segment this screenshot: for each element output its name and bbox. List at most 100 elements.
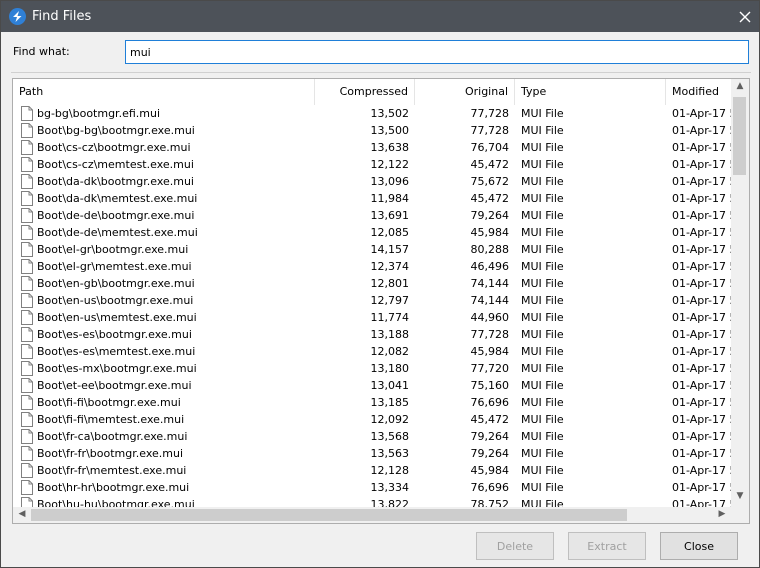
file-icon [21, 361, 33, 376]
extract-button[interactable]: Extract [568, 532, 646, 560]
table-row[interactable]: Boot\es-es\memtest.exe.mui 12,082 45,984 MU… [13, 343, 731, 360]
cell-path: Boot\el-gr\memtest.exe.mui [37, 260, 192, 273]
column-header-type[interactable]: Type [515, 79, 666, 105]
app-logo-icon [9, 8, 26, 25]
find-what-input[interactable] [125, 40, 749, 64]
cell-original: 45,984 [470, 464, 510, 477]
file-icon [21, 242, 33, 257]
column-header-modified[interactable]: Modified [666, 79, 732, 105]
cell-compressed: 13,188 [370, 328, 410, 341]
cell-modified: 01-Apr-17 5 [672, 430, 731, 443]
file-icon [21, 378, 33, 393]
title-bar[interactable]: Find Files [1, 1, 759, 32]
cell-path: Boot\en-us\bootmgr.exe.mui [37, 294, 194, 307]
table-row[interactable]: Boot\da-dk\memtest.exe.mui 11,984 45,472 MU… [13, 190, 731, 207]
cell-compressed: 13,563 [370, 447, 410, 460]
table-row[interactable]: Boot\de-de\memtest.exe.mui 12,085 45,984 MU… [13, 224, 731, 241]
cell-modified: 01-Apr-17 5 [672, 311, 731, 324]
cell-path: Boot\cs-cz\bootmgr.exe.mui [37, 141, 191, 154]
cell-compressed: 12,122 [370, 158, 410, 171]
cell-compressed: 12,092 [370, 413, 410, 426]
cell-compressed: 13,334 [370, 481, 410, 494]
column-header-original[interactable]: Original [415, 79, 515, 105]
cell-modified: 01-Apr-17 5 [672, 192, 731, 205]
cell-original: 80,288 [470, 243, 510, 256]
window-title: Find Files [32, 9, 92, 24]
vertical-scrollbar[interactable]: ▲ ▼ [731, 79, 749, 507]
delete-button[interactable]: Delete [476, 532, 554, 560]
file-icon [21, 310, 33, 325]
cell-type: MUI File [521, 311, 564, 324]
cell-modified: 01-Apr-17 5 [672, 464, 731, 477]
table-row[interactable]: Boot\es-mx\bootmgr.exe.mui 13,180 77,720 MU… [13, 360, 731, 377]
cell-path: Boot\fi-fi\memtest.exe.mui [37, 413, 185, 426]
table-row[interactable]: Boot\en-us\memtest.exe.mui 11,774 44,960 MU… [13, 309, 731, 326]
table-row[interactable]: Boot\es-es\bootmgr.exe.mui 13,188 77,728 MU… [13, 326, 731, 343]
scroll-up-icon[interactable]: ▲ [731, 81, 749, 91]
cell-type: MUI File [521, 413, 564, 426]
cell-path: Boot\en-us\memtest.exe.mui [37, 311, 197, 324]
horizontal-scroll-thumb[interactable] [31, 509, 627, 521]
cell-original: 45,984 [470, 226, 510, 239]
table-row[interactable]: Boot\cs-cz\bootmgr.exe.mui 13,638 76,704 MU… [13, 139, 731, 156]
list-header: Path Compressed Original Type Modified [13, 79, 732, 105]
vertical-scroll-thumb[interactable] [733, 97, 746, 175]
table-row[interactable]: bg-bg\bootmgr.efi.mui 13,502 77,728 MUI Fil… [13, 105, 731, 122]
cell-modified: 01-Apr-17 5 [672, 124, 731, 137]
cell-modified: 01-Apr-17 5 [672, 260, 731, 273]
table-row[interactable]: Boot\fi-fi\bootmgr.exe.mui 13,185 76,696 MU… [13, 394, 731, 411]
table-row[interactable]: Boot\el-gr\bootmgr.exe.mui 14,157 80,288 MU… [13, 241, 731, 258]
file-icon [21, 174, 33, 189]
cell-modified: 01-Apr-17 5 [672, 362, 731, 375]
column-header-path[interactable]: Path [13, 79, 315, 105]
cell-type: MUI File [521, 124, 564, 137]
file-icon [21, 225, 33, 240]
cell-type: MUI File [521, 464, 564, 477]
scroll-down-icon[interactable]: ▼ [731, 491, 749, 501]
cell-type: MUI File [521, 379, 564, 392]
table-row[interactable]: Boot\cs-cz\memtest.exe.mui 12,122 45,472 MU… [13, 156, 731, 173]
cell-modified: 01-Apr-17 5 [672, 328, 731, 341]
cell-modified: 01-Apr-17 5 [672, 294, 731, 307]
table-row[interactable]: Boot\el-gr\memtest.exe.mui 12,374 46,496 MU… [13, 258, 731, 275]
table-row[interactable]: Boot\en-us\bootmgr.exe.mui 12,797 74,144 MU… [13, 292, 731, 309]
results-list[interactable]: Path Compressed Original Type Modified b… [12, 78, 750, 524]
file-icon [21, 191, 33, 206]
cell-path: Boot\el-gr\bootmgr.exe.mui [37, 243, 189, 256]
table-row[interactable]: Boot\fi-fi\memtest.exe.mui 12,092 45,472 MU… [13, 411, 731, 428]
close-icon[interactable] [735, 7, 755, 27]
table-row[interactable]: Boot\hr-hr\bootmgr.exe.mui 13,334 76,696 MU… [13, 479, 731, 496]
table-row[interactable]: Boot\da-dk\bootmgr.exe.mui 13,096 75,672 MU… [13, 173, 731, 190]
file-icon [21, 293, 33, 308]
cell-compressed: 12,801 [370, 277, 410, 290]
cell-original: 76,696 [470, 396, 510, 409]
cell-original: 45,472 [470, 192, 510, 205]
horizontal-scrollbar[interactable]: ◀ ▶ [13, 507, 731, 523]
cell-type: MUI File [521, 447, 564, 460]
column-header-compressed[interactable]: Compressed [315, 79, 415, 105]
cell-modified: 01-Apr-17 5 [672, 447, 731, 460]
close-button[interactable]: Close [660, 532, 738, 560]
results-rows: bg-bg\bootmgr.efi.mui 13,502 77,728 MUI Fil… [13, 105, 731, 509]
cell-compressed: 12,085 [370, 226, 410, 239]
cell-original: 75,672 [470, 175, 510, 188]
table-row[interactable]: Boot\bg-bg\bootmgr.exe.mui 13,500 77,728 MU… [13, 122, 731, 139]
cell-modified: 01-Apr-17 5 [672, 345, 731, 358]
cell-compressed: 13,500 [370, 124, 410, 137]
table-row[interactable]: Boot\fr-ca\bootmgr.exe.mui 13,568 79,264 MU… [13, 428, 731, 445]
cell-path: Boot\bg-bg\bootmgr.exe.mui [37, 124, 195, 137]
file-icon [21, 412, 33, 427]
cell-type: MUI File [521, 481, 564, 494]
cell-original: 76,704 [470, 141, 510, 154]
table-row[interactable]: Boot\en-gb\bootmgr.exe.mui 12,801 74,144 MU… [13, 275, 731, 292]
scroll-right-icon[interactable]: ▶ [713, 509, 731, 519]
scroll-left-icon[interactable]: ◀ [13, 509, 31, 519]
cell-type: MUI File [521, 243, 564, 256]
table-row[interactable]: Boot\fr-fr\bootmgr.exe.mui 13,563 79,264 MU… [13, 445, 731, 462]
table-row[interactable]: Boot\et-ee\bootmgr.exe.mui 13,041 75,160 MU… [13, 377, 731, 394]
cell-original: 76,696 [470, 481, 510, 494]
table-row[interactable]: Boot\fr-fr\memtest.exe.mui 12,128 45,984 MU… [13, 462, 731, 479]
table-row[interactable]: Boot\de-de\bootmgr.exe.mui 13,691 79,264 MU… [13, 207, 731, 224]
cell-path: Boot\es-es\bootmgr.exe.mui [37, 328, 192, 341]
file-icon [21, 123, 33, 138]
